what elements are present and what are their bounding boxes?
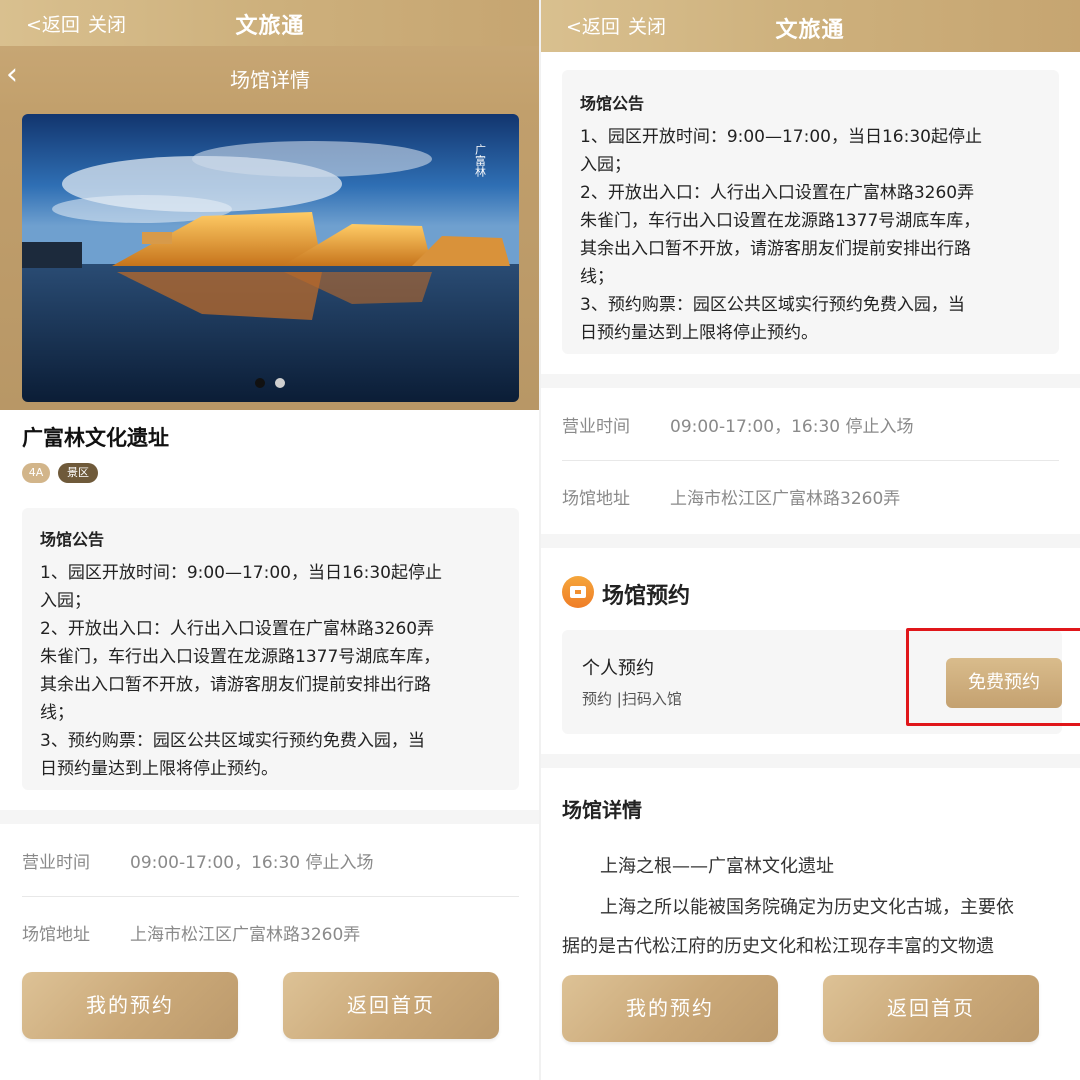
detail-paragraph: 据的是古代松江府的历史文化和松江现存丰富的文物遗 <box>562 936 994 957</box>
hero-image: 广富林 <box>22 114 519 402</box>
section-gap <box>540 754 1080 768</box>
divider <box>22 896 519 897</box>
detail-paragraph: 上海之根——广富林文化遗址 <box>600 856 834 877</box>
notice-card: 场馆公告 1、园区开放时间：9:00—17:00，当日16:30起停止 入园； … <box>22 508 519 790</box>
hero-carousel[interactable]: 广富林 <box>22 114 519 402</box>
notice-line: 2、开放出入口：人行出入口设置在广富林路3260弄 <box>40 619 435 639</box>
notice-line: 日预约量达到上限将停止预约。 <box>580 323 818 343</box>
carousel-dot-active[interactable] <box>255 378 265 388</box>
notice-card: 场馆公告 1、园区开放时间：9:00—17:00，当日16:30起停止 入园； … <box>562 70 1059 354</box>
notice-line: 线； <box>580 267 614 287</box>
notice-line: 入园； <box>580 155 631 175</box>
notice-title: 场馆公告 <box>40 530 105 549</box>
notice-line: 3、预约购票：园区公共区域实行预约免费入园，当 <box>40 731 425 751</box>
notice-line: 入园； <box>40 591 91 611</box>
venue-name: 广富林文化遗址 <box>22 426 169 450</box>
notice-line: 1、园区开放时间：9:00—17:00，当日16:30起停止 <box>40 563 442 583</box>
detail-paragraph: 上海之所以能被国务院确定为历史文化古城，主要依 <box>600 897 1014 918</box>
personal-reserve-card: 个人预约 预约 |扫码入馆 免费预约 <box>562 628 1080 734</box>
address-label: 场馆地址 <box>562 489 630 509</box>
notice-line: 日预约量达到上限将停止预约。 <box>40 759 278 779</box>
section-gap <box>540 374 1080 388</box>
reserve-section-title: 场馆预约 <box>602 584 691 609</box>
personal-reserve-subtitle: 预约 |扫码入馆 <box>582 690 682 708</box>
ticket-icon <box>562 576 594 608</box>
section-gap <box>540 534 1080 548</box>
right-screen: <返回 关闭 文旅通 场馆公告 1、园区开放时间：9:00—17:00，当日16… <box>540 0 1080 1080</box>
personal-reserve-title: 个人预约 <box>582 658 654 679</box>
my-booking-button[interactable]: 我的预约 <box>22 972 238 1039</box>
return-home-button[interactable]: 返回首页 <box>823 975 1039 1042</box>
notice-title: 场馆公告 <box>580 94 645 113</box>
highlight-box <box>906 628 1080 726</box>
category-badge: 景区 <box>58 463 98 483</box>
divider <box>562 460 1059 461</box>
app-title: 文旅通 <box>235 14 305 39</box>
left-screen: <返回 关闭 文旅通 ‹ 场馆详情 广富林 广富林文化遗址 4A 景区 场馆公告… <box>0 0 540 1080</box>
address-label: 场馆地址 <box>22 925 90 945</box>
notice-line: 朱雀门，车行出入口设置在龙源路1377号湖底车库， <box>40 647 441 667</box>
app-topbar: <返回 关闭 文旅通 <box>540 0 1080 52</box>
return-home-button[interactable]: 返回首页 <box>283 972 499 1039</box>
notice-line: 3、预约购票：园区公共区域实行预约免费入园，当 <box>580 295 965 315</box>
notice-line: 其余出入口暂不开放，请游客朋友们提前安排出行路 <box>40 675 431 695</box>
notice-line: 1、园区开放时间：9:00—17:00，当日16:30起停止 <box>580 127 982 147</box>
notice-line: 2、开放出入口：人行出入口设置在广富林路3260弄 <box>580 183 975 203</box>
page-title: 场馆详情 <box>230 68 310 92</box>
my-booking-button[interactable]: 我的预约 <box>562 975 778 1042</box>
app-title: 文旅通 <box>775 18 845 43</box>
page-header: ‹ 场馆详情 <box>0 46 540 110</box>
hours-label: 营业时间 <box>562 417 630 437</box>
hours-value: 09:00-17:00，16:30 停止入场 <box>670 417 914 437</box>
notice-line: 线； <box>40 703 74 723</box>
section-gap <box>0 810 540 824</box>
rating-badge: 4A <box>22 463 50 483</box>
notice-line: 其余出入口暂不开放，请游客朋友们提前安排出行路 <box>580 239 971 259</box>
address-value: 上海市松江区广富林路3260弄 <box>670 489 901 509</box>
panel-divider <box>539 0 541 1080</box>
address-value: 上海市松江区广富林路3260弄 <box>130 925 361 945</box>
detail-section-title: 场馆详情 <box>562 798 642 822</box>
app-topbar: <返回 关闭 文旅通 <box>0 0 540 46</box>
hero-watermark: 广富林 <box>474 144 487 177</box>
carousel-dot[interactable] <box>275 378 285 388</box>
hours-label: 营业时间 <box>22 853 90 873</box>
notice-line: 朱雀门，车行出入口设置在龙源路1377号湖底车库， <box>580 211 981 231</box>
hours-value: 09:00-17:00，16:30 停止入场 <box>130 853 374 873</box>
